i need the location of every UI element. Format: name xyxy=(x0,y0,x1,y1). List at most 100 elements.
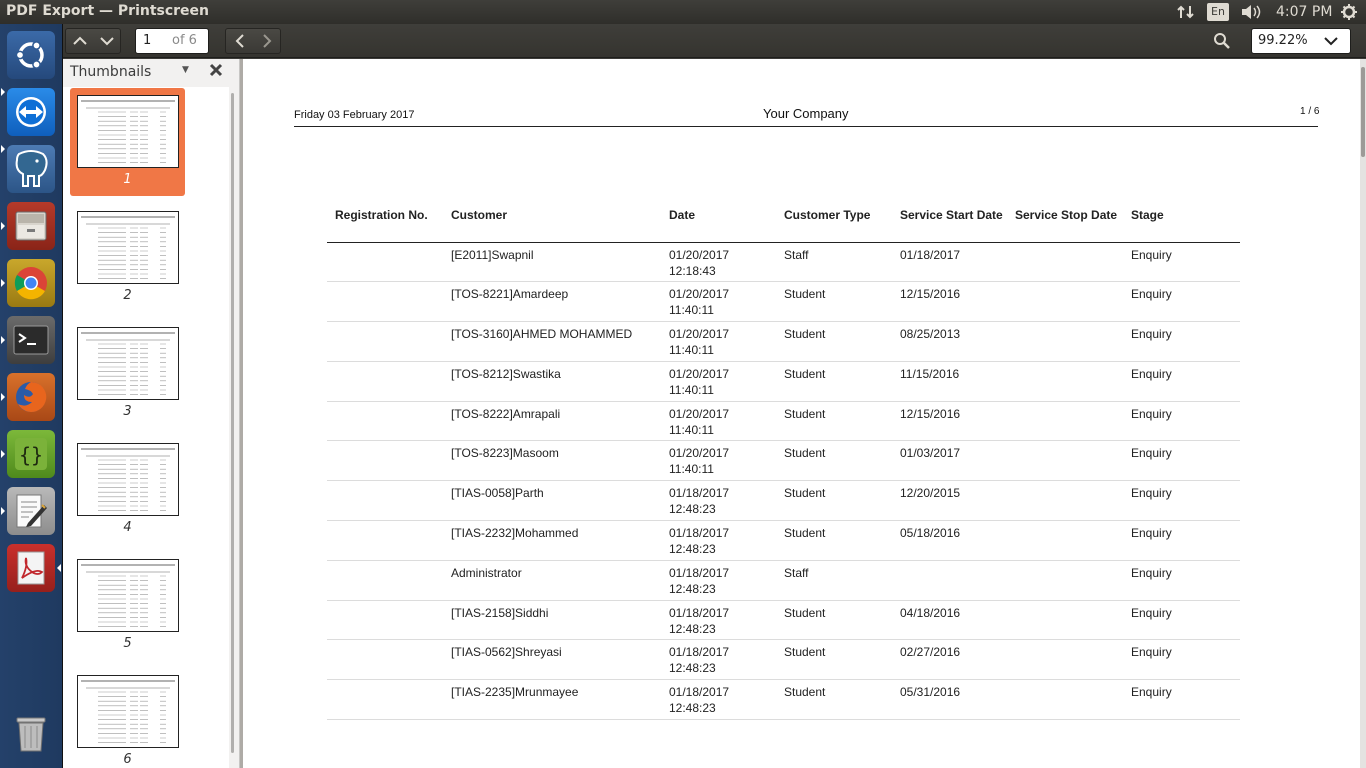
running-indicator xyxy=(1,222,5,230)
launcher-item-pgadmin[interactable] xyxy=(7,145,55,193)
thumbnail-page-1[interactable]: 1 xyxy=(70,88,185,196)
cell-time-value: 11:40:11 xyxy=(669,382,714,397)
cell-start: 08/25/2013 xyxy=(900,327,961,342)
table-body: [E2011]Swapnil 01/20/2017 12:18:43 Staff 01/… xyxy=(327,242,1240,720)
column-header: Service Stop Date xyxy=(1015,208,1118,222)
cell-customer: Administrator xyxy=(451,565,522,580)
table-row: [TIAS-2158]Siddhi 01/18/2017 12:48:23 Stude… xyxy=(327,600,1240,640)
cell-date: 01/20/2017 11:40:11 xyxy=(661,322,776,362)
launcher-item-dash[interactable] xyxy=(7,31,55,79)
launcher-item-trash[interactable] xyxy=(7,710,55,758)
document-scrollbar[interactable] xyxy=(1360,59,1366,768)
cell-reg xyxy=(327,521,443,561)
current-page[interactable]: 1 xyxy=(143,29,151,53)
chevron-down-icon xyxy=(99,37,114,46)
running-indicator xyxy=(1,507,5,515)
running-indicator xyxy=(1,145,5,153)
document-page: Friday 03 February 2017 Your Company 1 /… xyxy=(243,59,1360,768)
cell-customer: [TOS-3160]AHMED MOHAMMED xyxy=(451,327,633,342)
table-header-row: Registration No. Customer Date Customer … xyxy=(327,205,1240,242)
text-editor-icon xyxy=(16,494,47,528)
cell-stop xyxy=(1007,600,1123,640)
launcher-item-teamviewer[interactable] xyxy=(7,88,55,136)
top-panel: PDF Export — Printscreen En 4:07 PM xyxy=(0,0,1366,24)
cell-reg xyxy=(327,600,443,640)
cell-customer: [TOS-8212]Swastika xyxy=(451,366,561,381)
close-icon xyxy=(209,63,223,77)
cell-reg xyxy=(327,282,443,322)
sidebar-mode-dropdown[interactable]: ▼ xyxy=(182,65,189,75)
elephant-icon xyxy=(15,150,48,187)
cell-stage: Enquiry xyxy=(1131,685,1172,700)
cell-type: Student xyxy=(784,605,826,620)
launcher-item-files[interactable] xyxy=(7,202,55,250)
cell-start: 12/15/2016 xyxy=(900,287,961,302)
document-scrollbar-thumb[interactable] xyxy=(1361,67,1365,157)
brackets-icon: {} xyxy=(15,438,47,470)
sidebar-title[interactable]: Thumbnails xyxy=(70,64,151,80)
cell-time-value: 12:48:23 xyxy=(669,621,716,636)
cell-date: 01/18/2017 12:48:23 xyxy=(661,481,776,521)
table-row: [TIAS-2235]Mrunmayee 01/18/2017 12:48:23 St… xyxy=(327,680,1240,720)
thumbnail-page-2[interactable]: 2 xyxy=(70,204,185,312)
sidebar-header: Thumbnails ▼ xyxy=(63,59,239,87)
cell-stage: Enquiry xyxy=(1131,486,1172,501)
cell-time-value: 11:40:11 xyxy=(669,422,714,437)
page-down-button[interactable] xyxy=(93,36,120,46)
cell-stop xyxy=(1007,282,1123,322)
launcher-item-terminal[interactable] xyxy=(7,316,55,364)
zoom-select[interactable]: 99.22% xyxy=(1251,28,1351,54)
keyboard-layout-indicator[interactable]: En xyxy=(1207,3,1229,21)
cell-customer: [TIAS-0058]Parth xyxy=(451,486,544,501)
sidebar-scrollbar-thumb[interactable] xyxy=(231,93,234,753)
firefox-icon xyxy=(16,381,47,412)
thumbnail-label: 6 xyxy=(123,752,132,767)
cell-start: 12/15/2016 xyxy=(900,406,961,421)
forward-button[interactable] xyxy=(253,34,280,48)
cell-type: Student xyxy=(784,287,826,302)
close-sidebar-button[interactable] xyxy=(209,62,223,81)
table-row: [TOS-3160]AHMED MOHAMMED 01/20/2017 11:40:… xyxy=(327,322,1240,362)
cell-reg xyxy=(327,441,443,481)
history-nav-group xyxy=(225,28,281,54)
thumbnail-label: 5 xyxy=(123,636,132,651)
back-button[interactable] xyxy=(226,34,253,48)
launcher-item-firefox[interactable] xyxy=(7,373,55,421)
thumbnail-list: 1 2 3 4 5 6 xyxy=(63,87,229,768)
clock[interactable]: 4:07 PM xyxy=(1276,2,1332,22)
pdf-viewer-icon xyxy=(17,551,45,585)
chevron-right-icon xyxy=(262,34,271,48)
file-cabinet-icon xyxy=(15,211,47,241)
thumbnail-page-5[interactable]: 5 xyxy=(70,552,185,660)
thumbnail-preview xyxy=(81,216,175,279)
thumbnail-page-3[interactable]: 3 xyxy=(70,320,185,428)
table-row: [TOS-8222]Amrapali 01/20/2017 11:40:11 Stud… xyxy=(327,401,1240,441)
cell-customer: [TIAS-2235]Mrunmayee xyxy=(451,685,579,700)
cell-date: 01/20/2017 11:40:11 xyxy=(661,401,776,441)
page-number-input[interactable]: 1 of 6 xyxy=(135,28,209,54)
cell-customer: [TIAS-2232]Mohammed xyxy=(451,526,579,541)
launcher-item-brackets[interactable]: {} xyxy=(7,430,55,478)
cell-date-value: 01/20/2017 xyxy=(669,327,730,342)
cell-date-value: 01/20/2017 xyxy=(669,446,730,461)
cell-type: Student xyxy=(784,685,826,700)
cell-stage: Enquiry xyxy=(1131,645,1172,660)
page-up-button[interactable] xyxy=(66,36,93,46)
cell-type: Student xyxy=(784,526,826,541)
cell-start: 11/15/2016 xyxy=(900,366,960,381)
sidebar-scrollbar[interactable] xyxy=(229,87,239,768)
table-row: [TIAS-0562]Shreyasi 01/18/2017 12:48:23 Stu… xyxy=(327,640,1240,680)
thumbnail-page-6[interactable]: 6 xyxy=(70,668,185,768)
search-button[interactable] xyxy=(1208,28,1236,54)
thumbnail-page-4[interactable]: 4 xyxy=(70,436,185,544)
launcher: {} xyxy=(0,24,63,768)
launcher-item-chrome[interactable] xyxy=(7,259,55,307)
cell-customer: [TOS-8221]Amardeep xyxy=(451,287,569,302)
terminal-icon xyxy=(13,325,49,355)
cell-start: 02/27/2016 xyxy=(900,645,961,660)
launcher-item-text-editor[interactable] xyxy=(7,487,55,535)
cell-date: 01/18/2017 12:48:23 xyxy=(661,521,776,561)
table-row: [TOS-8223]Masoom 01/20/2017 11:40:11 Studen… xyxy=(327,441,1240,481)
launcher-item-pdf-viewer[interactable] xyxy=(7,544,55,592)
cell-date-value: 01/18/2017 xyxy=(669,605,730,620)
